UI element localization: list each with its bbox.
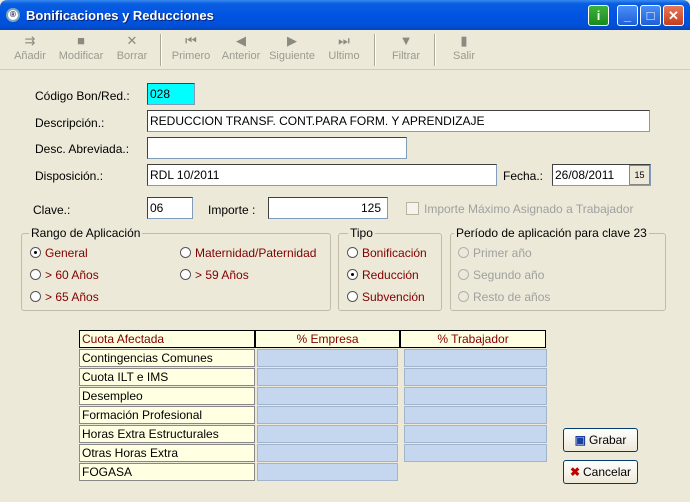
radio-primer-ano[interactable]: Primer año [458, 246, 532, 260]
radio-resto-anos[interactable]: Resto de años [458, 290, 550, 304]
close-button[interactable]: ✕ [663, 5, 684, 26]
last-record-icon: ⏭ [338, 33, 350, 48]
grid-header-empresa: % Empresa [255, 330, 400, 348]
empresa-cell[interactable] [257, 444, 398, 462]
short-description-input[interactable] [147, 137, 407, 159]
radio-dot [458, 269, 469, 280]
exit-button[interactable]: ▮ Salir [448, 33, 480, 63]
trabajador-cell[interactable] [404, 425, 547, 443]
radio-over-65[interactable]: > 65 Años [30, 290, 99, 304]
edit-icon: ■ [77, 33, 85, 48]
trabajador-cell[interactable] [404, 406, 547, 424]
toolbar: ⇉ Añadir ■ Modificar ✕ Borrar ⏮ Primero … [0, 30, 690, 70]
rango-group-title: Rango de Aplicación [29, 226, 143, 240]
disposition-label: Disposición.: [35, 169, 104, 183]
short-description-label: Desc. Abreviada.: [35, 142, 130, 156]
importe-label: Importe : [208, 203, 256, 217]
empresa-cell[interactable] [257, 349, 398, 367]
radio-dot [458, 247, 469, 258]
empresa-cell[interactable] [257, 387, 398, 405]
radio-dot [30, 269, 41, 280]
tipo-group-title: Tipo [348, 226, 375, 240]
first-record-icon: ⏮ [185, 33, 197, 48]
grid-header-trabajador: % Trabajador [400, 330, 546, 348]
radio-maternidad[interactable]: Maternidad/Paternidad [180, 246, 316, 260]
previous-icon: ◀ [236, 33, 246, 48]
radio-over-59[interactable]: > 59 Años [180, 268, 249, 282]
disposition-input[interactable]: RDL 10/2011 [147, 164, 497, 186]
last-button[interactable]: ⏭ Ultimo [326, 33, 362, 63]
first-button[interactable]: ⏮ Primero [170, 33, 212, 63]
description-input[interactable]: REDUCCION TRANSF. CONT.PARA FORM. Y APRE… [147, 110, 650, 132]
date-label: Fecha.: [503, 169, 544, 183]
filter-button[interactable]: ▼ Filtrar [388, 33, 424, 63]
radio-general[interactable]: General [30, 246, 88, 260]
grid-row-label: Horas Extra Estructurales [79, 425, 255, 443]
calendar-icon[interactable]: 15 [629, 165, 650, 185]
empresa-cell[interactable] [257, 463, 398, 481]
minimize-button[interactable]: _ [617, 5, 638, 26]
description-label: Descripción.: [35, 116, 105, 130]
radio-segundo-ano[interactable]: Segundo año [458, 268, 544, 282]
toolbar-separator [374, 34, 376, 66]
floppy-disk-icon: ▣ [574, 433, 586, 447]
next-icon: ▶ [287, 33, 297, 48]
app-icon: ® [6, 8, 20, 22]
toolbar-separator [434, 34, 436, 66]
radio-dot [347, 247, 358, 258]
add-icon: ⇉ [24, 33, 36, 48]
max-amount-label: Importe Máximo Asignado a Trabajador [424, 202, 634, 216]
trabajador-cell[interactable] [404, 444, 547, 462]
empresa-cell[interactable] [257, 406, 398, 424]
clave-input[interactable]: 06 [147, 197, 193, 219]
radio-bonificacion[interactable]: Bonificación [347, 246, 427, 260]
radio-over-60[interactable]: > 60 Años [30, 268, 99, 282]
modify-button[interactable]: ■ Modificar [56, 33, 106, 63]
grid-row-label: Cuota ILT e IMS [79, 368, 255, 386]
window-title: Bonificaciones y Reducciones [26, 8, 214, 23]
radio-dot [180, 247, 191, 258]
radio-dot [458, 291, 469, 302]
grid-row-label: Desempleo [79, 387, 255, 405]
trabajador-cell[interactable] [404, 349, 547, 367]
info-button[interactable]: i [588, 5, 609, 26]
radio-dot [347, 291, 358, 302]
grid-row-label: Formación Profesional [79, 406, 255, 424]
empresa-cell[interactable] [257, 425, 398, 443]
trabajador-cell[interactable] [404, 368, 547, 386]
radio-dot [30, 247, 41, 258]
maximize-button[interactable]: □ [640, 5, 661, 26]
importe-input[interactable]: 125 [268, 197, 388, 219]
add-button[interactable]: ⇉ Añadir [12, 33, 48, 63]
delete-button[interactable]: ✕ Borrar [114, 33, 150, 63]
cancel-x-icon: ✖ [569, 465, 581, 479]
radio-dot [30, 291, 41, 302]
grid-header-cuota: Cuota Afectada [79, 330, 255, 348]
save-button[interactable]: ▣ Grabar [563, 428, 638, 452]
delete-icon: ✕ [126, 33, 138, 48]
previous-button[interactable]: ◀ Anterior [220, 33, 262, 63]
periodo-group-title: Período de aplicación para clave 23 [454, 226, 649, 240]
max-amount-checkbox[interactable] [406, 202, 419, 215]
clave-label: Clave.: [33, 203, 71, 217]
radio-reduccion[interactable]: Reducción [347, 268, 419, 282]
trabajador-cell[interactable] [404, 387, 547, 405]
exit-door-icon: ▮ [460, 33, 468, 48]
grid-row-label: FOGASA [79, 463, 255, 481]
empresa-cell[interactable] [257, 368, 398, 386]
grid-row-label: Otras Horas Extra [79, 444, 255, 462]
code-label: Código Bon/Red.: [35, 89, 130, 103]
radio-subvencion[interactable]: Subvención [347, 290, 425, 304]
grid-row-label: Contingencias Comunes [79, 349, 255, 367]
radio-dot [347, 269, 358, 280]
code-input[interactable]: 028 [147, 83, 195, 105]
title-bar: ® Bonificaciones y Reducciones i _ □ ✕ [0, 0, 690, 30]
filter-icon: ▼ [399, 33, 413, 48]
toolbar-separator [160, 34, 162, 66]
cancel-button[interactable]: ✖ Cancelar [563, 460, 638, 484]
radio-dot [180, 269, 191, 280]
next-button[interactable]: ▶ Siguiente [268, 33, 316, 63]
